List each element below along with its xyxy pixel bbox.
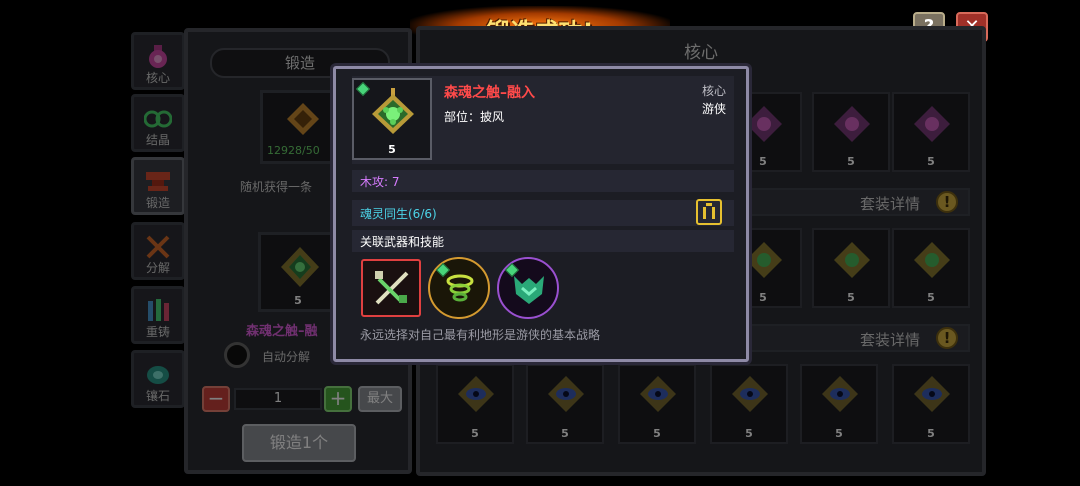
linked-title: 关联武器和技能 [360,235,445,249]
grid-cell[interactable]: 5 [618,364,696,444]
result-slot[interactable]: 5 [258,232,338,312]
potion-icon [149,45,167,68]
eye-core-icon [458,376,494,412]
sidebar-item-label: 核心 [145,71,170,85]
result-level: 5 [294,294,302,307]
cell-level: 5 [561,427,569,440]
minus-button[interactable]: − [202,386,230,412]
sidebar-item-forge[interactable]: 锻造 [131,157,185,215]
cell-level: 5 [835,427,843,440]
sidebar-item-gem[interactable]: 镶石 [131,350,185,408]
eye-core-icon [914,376,950,412]
material-count: 12928/50 [267,144,320,157]
cloak-core-icon [372,88,414,134]
item-slot: 部位：披风 [444,110,505,124]
stat-row: 木攻: 7 [352,170,734,192]
purple-core-icon [914,106,950,142]
clipboard-icon [703,203,715,219]
anvil-icon [146,172,170,191]
linked-weapon[interactable] [361,259,421,317]
cloak-core-icon [834,242,870,278]
forge-button[interactable]: 锻造1个 [242,424,356,462]
grid-cell[interactable]: 5 [710,364,788,444]
decompose-icon [146,235,170,259]
sidebar-item-label: 重铸 [145,325,170,339]
item-name: 森魂之触–融入 [444,85,535,101]
item-class: 游侠 [702,102,727,116]
set-name: 魂灵同生(6/6) [360,207,437,221]
linked-skill-1[interactable] [428,257,490,319]
set-detail-label: 套装详情 [859,331,920,349]
eye-core-icon [732,376,768,412]
cell-level: 5 [927,291,935,304]
item-icon-slot: 5 [352,78,432,160]
grid-cell[interactable]: 5 [812,228,890,308]
grid-cell[interactable]: 5 [436,364,514,444]
grid-cell[interactable]: 5 [892,364,970,444]
sidebar-item-core[interactable]: 核心 [131,32,185,90]
random-text: 随机获得一条 [240,180,313,194]
sidebar-item-label: 分解 [145,261,170,275]
cloak-core-icon [281,247,319,287]
cell-level: 5 [471,427,479,440]
purple-core-icon [746,106,782,142]
sidebar-item-label: 锻造 [145,196,170,210]
cloak-core-icon [914,242,950,278]
info-icon: ! [936,327,958,349]
eye-core-icon [640,376,676,412]
cloak-core-icon [746,242,782,278]
core-panel-title: 核心 [684,43,718,63]
plus-button[interactable]: + [324,386,352,412]
linked-skill-2[interactable] [497,257,559,319]
item-category: 核心 [702,84,727,98]
set-info-button[interactable] [696,199,722,225]
cell-level: 5 [927,427,935,440]
crystal-icon [144,110,172,128]
recast-icon [148,299,169,321]
stat-text: 木攻: 7 [360,175,400,189]
grid-cell[interactable]: 5 [526,364,604,444]
cell-level: 5 [927,155,935,168]
sidebar-item-recast[interactable]: 重铸 [131,286,185,344]
sidebar-item-label: 镶石 [145,389,170,403]
linked-row: 关联武器和技能 [352,230,734,252]
set-row: 魂灵同生(6/6) [352,200,734,226]
sidebar-item-crystal[interactable]: 结晶 [131,94,185,152]
grid-cell[interactable]: 5 [800,364,878,444]
info-icon: ! [936,191,958,213]
gem-indicator-icon [355,81,371,97]
grid-cell[interactable]: 5 [892,228,970,308]
set-detail-label: 套装详情 [859,195,920,213]
max-button[interactable]: 最大 [358,386,402,412]
grid-cell[interactable]: 5 [812,92,890,172]
vortex-skill-icon [446,274,474,302]
spirit-beast-icon [514,276,544,304]
item-level: 5 [388,143,396,156]
auto-decompose-label: 自动分解 [262,350,311,364]
grid-cell[interactable]: 5 [892,92,970,172]
material-icon [287,103,319,135]
quantity-input[interactable]: 1 [234,388,322,410]
crossbow-icon [375,271,409,305]
cell-level: 5 [653,427,661,440]
sidebar-item-decompose[interactable]: 分解 [131,222,185,280]
sidebar-item-label: 结晶 [145,133,170,147]
cell-level: 5 [745,427,753,440]
auto-decompose-checkbox[interactable] [224,342,250,368]
forge-item-name: 森魂之触–融 [246,324,318,339]
purple-core-icon [834,106,870,142]
material-slot[interactable]: 12928/50 [260,90,340,164]
cell-level: 5 [847,291,855,304]
cell-level: 5 [847,155,855,168]
gem-icon [147,366,169,384]
eye-core-icon [822,376,858,412]
flavor-text: 永远选择对自己最有利地形是游侠的基本战略 [360,328,601,342]
eye-core-icon [548,376,584,412]
